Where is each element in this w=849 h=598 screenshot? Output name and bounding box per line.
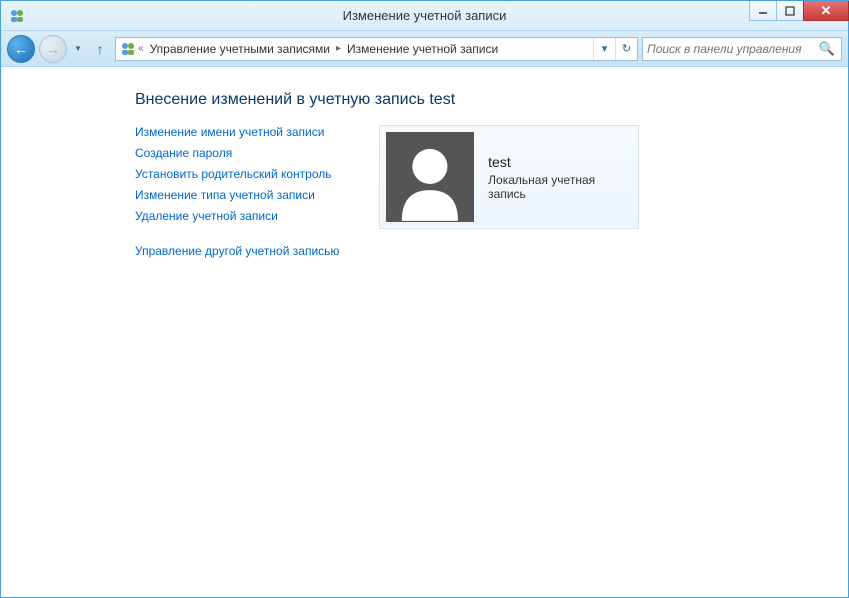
back-button[interactable]: ← <box>7 35 35 63</box>
account-type: Локальная учетная запись <box>488 173 632 201</box>
account-info: test Локальная учетная запись <box>488 154 632 201</box>
window-controls: ✕ <box>749 1 848 21</box>
arrow-left-icon: ← <box>14 41 28 57</box>
maximize-icon <box>785 6 795 16</box>
history-dropdown[interactable]: ▾ <box>71 43 85 54</box>
navbar: ← → ▾ ↑ « Управление учетными записями ▸… <box>1 31 848 67</box>
addressbar[interactable]: « Управление учетными записями ▸ Изменен… <box>115 37 638 61</box>
refresh-button[interactable]: ↻ <box>615 38 637 60</box>
users-icon <box>116 41 136 57</box>
close-icon: ✕ <box>821 3 832 19</box>
search-input[interactable] <box>647 42 817 56</box>
avatar-placeholder-icon <box>386 132 474 222</box>
minimize-button[interactable] <box>749 1 777 21</box>
avatar <box>386 132 474 222</box>
breadcrumb-seg2[interactable]: Изменение учетной записи <box>343 42 502 56</box>
forward-button[interactable]: → <box>39 35 67 63</box>
chevron-down-icon: ▾ <box>602 42 608 55</box>
arrow-up-icon: ↑ <box>97 41 104 57</box>
titlebar: Изменение учетной записи ✕ <box>1 1 848 31</box>
minimize-icon <box>758 6 768 16</box>
search-box[interactable]: 🔍 <box>642 37 842 61</box>
maximize-button[interactable] <box>776 1 804 21</box>
content: Внесение изменений в учетную запись test… <box>1 67 848 596</box>
link-create-password[interactable]: Создание пароля <box>135 146 339 160</box>
window-title: Изменение учетной записи <box>343 8 507 23</box>
link-change-name[interactable]: Изменение имени учетной записи <box>135 125 339 139</box>
chevron-right-icon: ▸ <box>334 43 343 54</box>
chevron-left-icon: « <box>136 43 146 54</box>
arrow-right-icon: → <box>46 41 60 57</box>
close-button[interactable]: ✕ <box>803 1 849 21</box>
search-icon[interactable]: 🔍 <box>817 41 837 57</box>
account-name: test <box>488 154 632 170</box>
breadcrumb-seg1[interactable]: Управление учетными записями <box>146 42 334 56</box>
up-button[interactable]: ↑ <box>89 38 111 60</box>
app-icon <box>9 8 25 24</box>
account-card: test Локальная учетная запись <box>379 125 639 229</box>
link-delete-account[interactable]: Удаление учетной записи <box>135 209 339 223</box>
link-parental-controls[interactable]: Установить родительский контроль <box>135 167 339 181</box>
addressbar-dropdown[interactable]: ▾ <box>593 38 615 60</box>
page-heading: Внесение изменений в учетную запись test <box>135 91 848 109</box>
link-change-type[interactable]: Изменение типа учетной записи <box>135 188 339 202</box>
refresh-icon: ↻ <box>622 42 631 55</box>
links-column: Изменение имени учетной записи Создание … <box>135 125 339 258</box>
link-manage-another[interactable]: Управление другой учетной записью <box>135 244 339 258</box>
